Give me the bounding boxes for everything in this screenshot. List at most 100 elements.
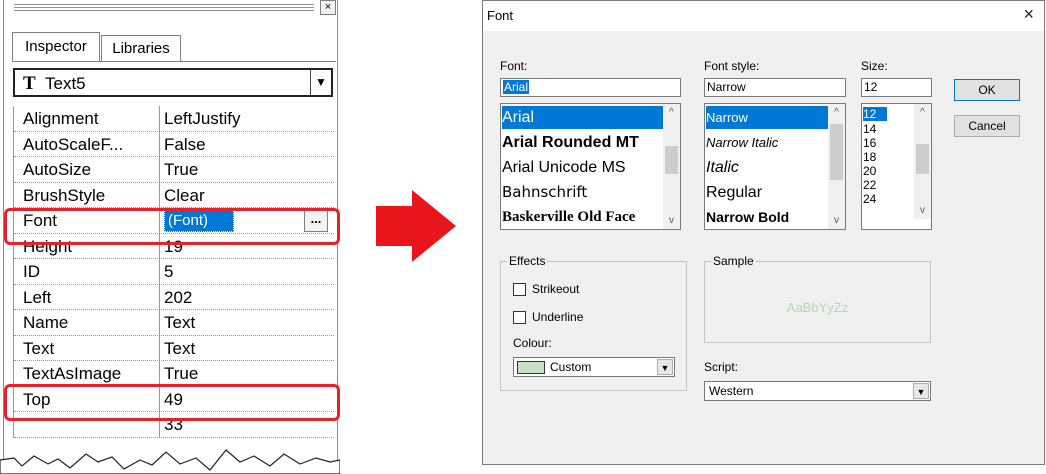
scroll-thumb[interactable] xyxy=(830,124,843,180)
property-row-text[interactable]: Text Text xyxy=(14,335,334,361)
sample-preview-text: AaBbYyZz xyxy=(786,300,849,315)
underline-label: Underline xyxy=(532,310,584,324)
list-item[interactable]: Arial xyxy=(502,106,664,129)
scroll-thumb[interactable] xyxy=(916,144,929,174)
list-item[interactable]: 14 xyxy=(863,122,876,136)
scroll-up-icon[interactable]: ^ xyxy=(828,104,845,121)
dropdown-arrow-icon[interactable]: ▼ xyxy=(310,70,331,95)
dropdown-arrow-icon[interactable]: ▼ xyxy=(913,383,929,399)
property-value[interactable]: Text xyxy=(164,313,195,333)
list-item[interactable]: Narrow Bold xyxy=(706,206,789,229)
dialog-title: Font xyxy=(487,8,514,23)
list-item[interactable]: Italic xyxy=(706,156,739,179)
script-select[interactable]: Western ▼ xyxy=(704,381,931,401)
underline-checkbox[interactable] xyxy=(513,311,526,324)
drag-grip[interactable] xyxy=(14,10,314,11)
list-item[interactable]: Regular xyxy=(706,181,762,204)
property-value[interactable]: 5 xyxy=(164,262,173,282)
strikeout-checkbox[interactable] xyxy=(513,283,526,296)
list-item[interactable]: 16 xyxy=(863,136,876,150)
list-item[interactable]: 20 xyxy=(863,164,876,178)
close-icon[interactable]: × xyxy=(320,0,336,15)
scroll-down-icon[interactable]: v xyxy=(663,212,680,229)
size-list-scrollbar[interactable]: ^ v xyxy=(914,104,931,219)
property-row-autoscalefont[interactable]: AutoScaleF... False xyxy=(14,131,334,157)
property-row-textasimage[interactable]: TextAsImage True xyxy=(14,361,334,387)
font-style-label: Font style: xyxy=(704,59,760,73)
size-label: Size: xyxy=(861,59,888,73)
column-divider xyxy=(159,259,160,284)
tab-inspector[interactable]: Inspector xyxy=(12,32,100,61)
list-item[interactable]: Narrow Italic xyxy=(706,131,778,154)
property-row-autosize[interactable]: AutoSize True xyxy=(14,157,334,183)
text-object-icon: T xyxy=(23,73,36,94)
font-list-scrollbar[interactable]: ^ v xyxy=(663,104,680,229)
column-divider xyxy=(159,335,160,360)
property-row-brushstyle[interactable]: BrushStyle Clear xyxy=(14,182,334,208)
property-row-alignment[interactable]: Alignment LeftJustify xyxy=(14,106,334,132)
list-item[interactable]: 12 xyxy=(863,107,887,121)
list-item[interactable]: 22 xyxy=(863,178,876,192)
property-name: ID xyxy=(23,262,40,281)
property-value[interactable]: LeftJustify xyxy=(164,109,241,129)
scroll-down-icon[interactable]: v xyxy=(914,202,931,219)
list-item[interactable]: Bahnschrift xyxy=(502,181,587,204)
property-row-id[interactable]: ID 5 xyxy=(14,259,334,285)
object-selector[interactable]: T Text5 ▼ xyxy=(13,68,333,97)
property-row-left[interactable]: Left 202 xyxy=(14,284,334,310)
font-style-input[interactable]: Narrow xyxy=(704,78,846,97)
highlight-font-row xyxy=(4,208,340,245)
property-row-name[interactable]: Name Text xyxy=(14,310,334,336)
list-item[interactable]: Arial Unicode MS xyxy=(502,156,626,179)
list-item[interactable]: 18 xyxy=(863,150,876,164)
property-value[interactable]: False xyxy=(164,135,206,155)
font-list[interactable]: Arial Arial Rounded MT Arial Unicode MS … xyxy=(500,103,681,230)
close-icon[interactable]: × xyxy=(1023,4,1034,25)
list-item[interactable]: Arial Rounded MT xyxy=(502,131,639,154)
effects-group: Effects Strikeout Underline Colour: Cust… xyxy=(500,254,687,391)
property-value[interactable]: Clear xyxy=(164,186,205,206)
property-name: Alignment xyxy=(23,109,99,128)
column-divider xyxy=(159,131,160,156)
drag-grip[interactable] xyxy=(14,7,314,8)
colour-label: Colour: xyxy=(513,336,552,350)
scroll-thumb[interactable] xyxy=(665,146,678,174)
size-list[interactable]: 12 14 16 18 20 22 24 ^ v xyxy=(861,103,932,230)
column-divider xyxy=(159,157,160,182)
font-style-list-scrollbar[interactable]: ^ v xyxy=(828,104,845,229)
scroll-up-icon[interactable]: ^ xyxy=(914,104,931,121)
tab-libraries[interactable]: Libraries xyxy=(101,35,181,61)
list-item[interactable]: 24 xyxy=(863,192,876,206)
dropdown-arrow-icon[interactable]: ▼ xyxy=(657,359,673,375)
property-value[interactable]: True xyxy=(164,364,198,384)
column-divider xyxy=(159,182,160,207)
tab-divider xyxy=(12,61,336,62)
property-name: TextAsImage xyxy=(23,364,122,383)
ok-button[interactable]: OK xyxy=(954,79,1020,101)
colour-value: Custom xyxy=(550,360,592,374)
property-name: Text xyxy=(23,338,55,358)
scroll-up-icon[interactable]: ^ xyxy=(663,104,680,121)
list-item[interactable]: Baskerville Old Face xyxy=(502,206,635,229)
property-value[interactable]: Text xyxy=(164,339,195,359)
property-value[interactable]: 202 xyxy=(164,288,192,308)
drag-grip[interactable] xyxy=(14,4,314,5)
colour-select[interactable]: Custom ▼ xyxy=(513,357,675,377)
font-style-list[interactable]: Narrow Narrow Italic Italic Regular Narr… xyxy=(704,103,846,230)
sample-group: Sample AaBbYyZz xyxy=(704,254,931,343)
property-value[interactable]: True xyxy=(164,160,198,180)
property-name: Left xyxy=(23,287,52,307)
scroll-down-icon[interactable]: v xyxy=(828,212,845,229)
colour-swatch xyxy=(517,361,545,374)
size-input[interactable]: 12 xyxy=(861,78,932,97)
highlight-textasimage-row xyxy=(4,384,340,421)
font-input[interactable]: Arial xyxy=(500,78,681,97)
list-item[interactable]: Narrow xyxy=(706,106,828,129)
font-dialog: Font × Font: Arial Arial Arial Rounded M… xyxy=(482,0,1045,465)
property-name: AutoSize xyxy=(23,160,92,179)
object-selector-value: Text5 xyxy=(45,74,86,93)
dialog-title-bar: Font × xyxy=(483,1,1044,31)
column-divider xyxy=(159,361,160,386)
property-name: Name xyxy=(23,313,69,332)
cancel-button[interactable]: Cancel xyxy=(954,115,1020,137)
